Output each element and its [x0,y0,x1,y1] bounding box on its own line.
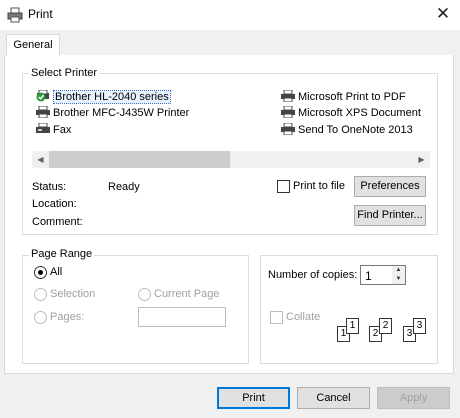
printer-name: Brother MFC-J435W Printer [53,107,190,119]
collate-checkbox[interactable] [270,311,283,324]
status-value: Ready [108,181,140,193]
printer-icon [281,89,295,103]
page-range-legend: Page Range [29,248,95,260]
copies-value[interactable]: 1 [365,269,372,283]
printer-item[interactable]: Brother HL-2040 series [36,89,171,105]
print-to-file-label: Print to file [293,180,345,192]
select-printer-legend: Select Printer [29,67,100,79]
printer-name: Microsoft XPS Document [298,107,421,119]
collate-page-icon: 2 [379,318,392,334]
all-label: All [50,266,63,278]
tab-general[interactable]: General [6,34,60,56]
collate-label: Collate [286,311,321,323]
printer-item[interactable]: Brother MFC-J435W Printer [36,105,190,121]
spin-up-icon[interactable]: ▲ [392,266,405,275]
close-icon[interactable]: ✕ [432,4,454,24]
current-page-label: Current Page [154,288,220,300]
printer-icon [7,7,23,23]
copies-stepper[interactable]: 1 ▲ ▼ [360,265,406,285]
printer-icon [281,122,295,136]
selection-radio[interactable] [34,288,47,301]
default-printer-icon [36,89,50,102]
printer-icon [281,105,295,119]
preferences-button[interactable]: Preferences [354,176,426,197]
comment-label: Comment: [32,216,83,228]
find-printer-button[interactable]: Find Printer... [354,205,426,226]
printer-name: Microsoft Print to PDF [298,91,406,103]
pages-input[interactable] [138,307,226,327]
scroll-right-icon[interactable]: ▶ [413,151,430,168]
pages-label: Pages: [50,311,85,323]
collate-page-icon: 3 [413,318,426,334]
print-to-file-checkbox[interactable] [277,180,290,193]
printer-name: Brother HL-2040 series [53,90,171,104]
location-label: Location: [32,198,77,210]
selection-label: Selection [50,288,96,300]
title-bar: Print ✕ [0,0,460,30]
fax-icon [36,122,50,135]
cancel-button[interactable]: Cancel [297,387,370,409]
printer-icon [36,105,50,119]
collate-page-icon: 1 [346,318,359,334]
printer-item[interactable]: Fax [36,122,72,138]
printer-name: Send To OneNote 2013 [298,124,413,136]
printer-item[interactable]: Send To OneNote 2013 [281,122,413,138]
collate-illustration: 1 1 2 2 3 3 [332,316,432,346]
printer-item[interactable]: Microsoft Print to PDF [281,89,406,105]
number-of-copies-label: Number of copies: [268,269,358,281]
printer-list-scrollbar[interactable]: ◀ ▶ [32,151,430,168]
pages-radio[interactable] [34,311,47,324]
current-page-radio[interactable] [138,288,151,301]
printer-item[interactable]: Microsoft XPS Document [281,105,421,121]
all-radio[interactable] [34,266,47,279]
apply-button[interactable]: Apply [377,387,450,409]
status-label: Status: [32,181,67,193]
print-button[interactable]: Print [217,387,290,409]
spin-down-icon[interactable]: ▼ [392,275,405,284]
scroll-left-icon[interactable]: ◀ [32,151,49,168]
printer-name: Fax [53,124,72,136]
scroll-thumb[interactable] [49,151,230,168]
window-title: Print [28,7,53,21]
